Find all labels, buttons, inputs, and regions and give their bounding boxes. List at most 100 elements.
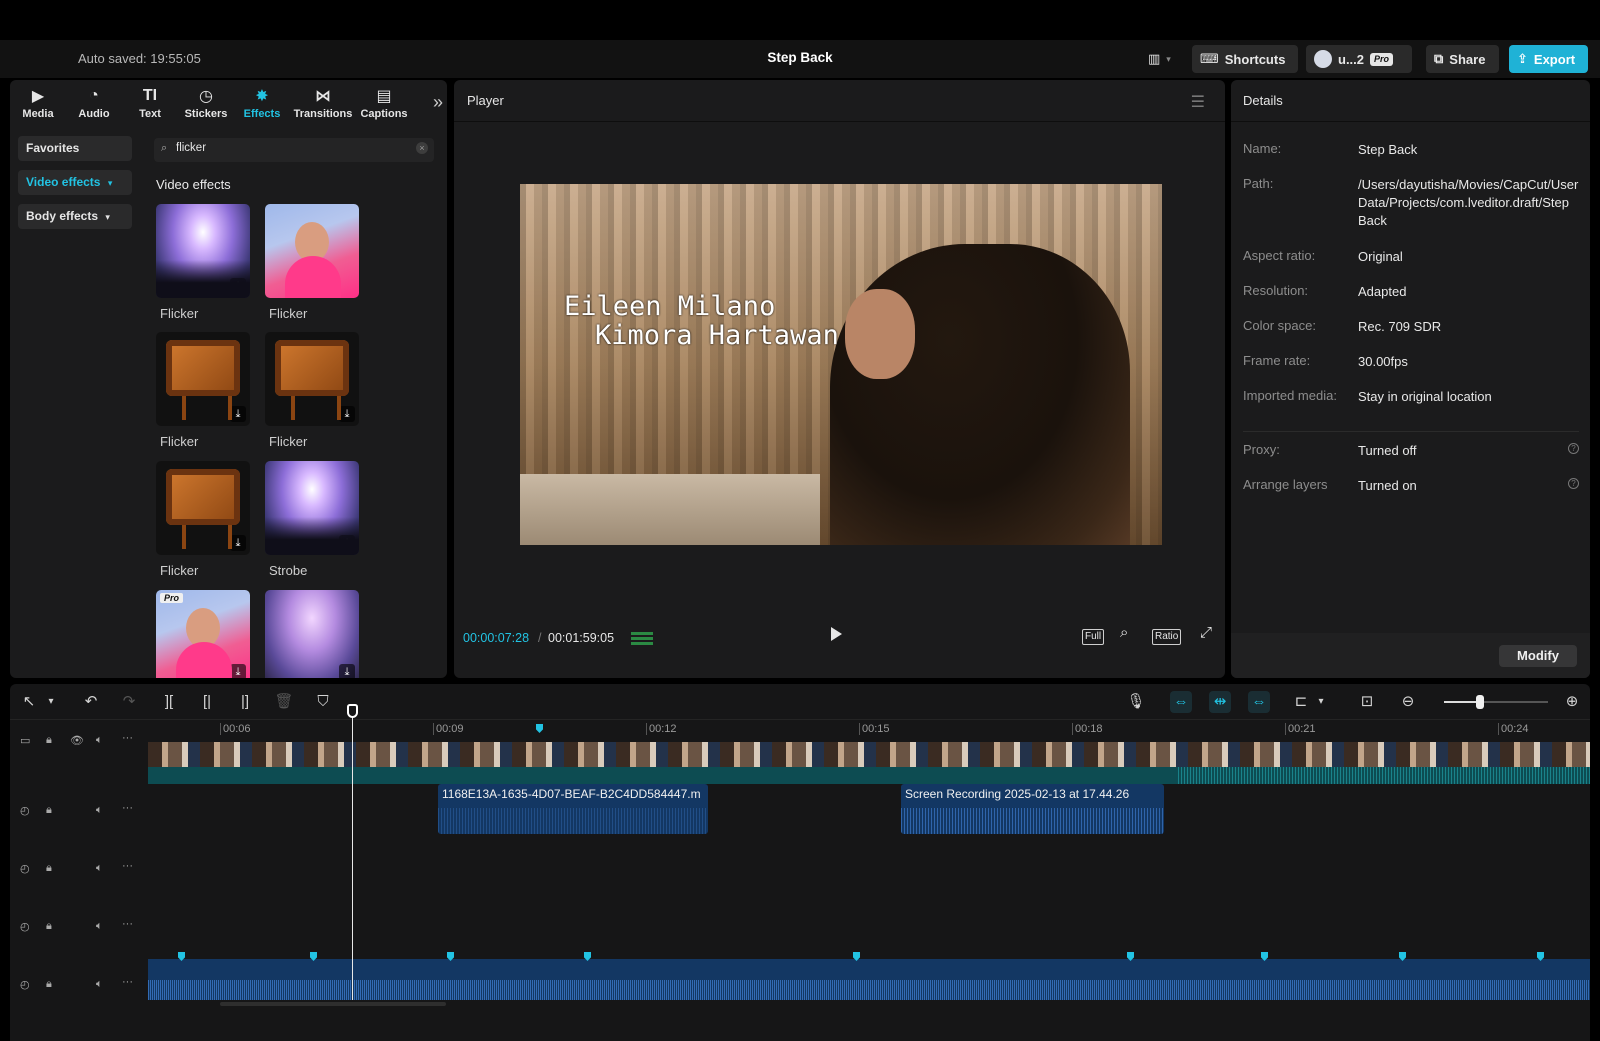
help-icon[interactable]: ? xyxy=(1568,478,1579,489)
more-icon[interactable]: ··· xyxy=(122,976,133,988)
select-tool-icon[interactable]: ↖ xyxy=(18,691,40,713)
track-header-audio-2: ◴ 🔒︎ 🔈︎ ··· xyxy=(10,860,148,882)
download-icon[interactable]: ⤓ xyxy=(339,406,355,422)
play-icon[interactable] xyxy=(831,627,842,641)
fit-timeline-icon[interactable]: ⊡ xyxy=(1356,691,1378,713)
redo-icon[interactable]: ↷ xyxy=(118,691,140,713)
playhead[interactable] xyxy=(352,704,353,1000)
split-left-icon[interactable]: [| xyxy=(196,691,218,713)
timeline-ruler[interactable]: 00:06 00:09 00:12 00:15 00:18 00:21 00:2… xyxy=(148,720,1590,740)
detail-label: Frame rate: xyxy=(1243,353,1311,368)
tab-media[interactable]: ▶ Media xyxy=(10,80,66,128)
ratio-button[interactable]: Ratio xyxy=(1152,629,1182,645)
menu-icon[interactable]: ☰ xyxy=(1191,92,1205,112)
playhead-handle[interactable] xyxy=(347,704,358,718)
magnet-icon[interactable]: ⇔ xyxy=(1248,691,1270,713)
download-icon[interactable]: ⤓ xyxy=(230,535,246,551)
detail-value: Turned off xyxy=(1358,443,1417,458)
delete-icon[interactable]: 🗑 xyxy=(273,691,295,713)
time-separator: / xyxy=(538,631,542,645)
category-label: Body effects xyxy=(26,209,99,223)
shortcuts-button[interactable]: ⌨ Shortcuts xyxy=(1192,45,1298,73)
effect-thumbnail: ⤓ xyxy=(265,332,359,426)
chevron-right-double-icon[interactable]: » xyxy=(433,92,443,113)
preview-axis-icon[interactable]: ⊏ xyxy=(1290,691,1312,713)
horizontal-scrollbar[interactable] xyxy=(220,1002,446,1006)
download-icon[interactable]: ⤓ xyxy=(230,664,246,678)
category-video-effects[interactable]: Video effects ▾ xyxy=(18,170,132,195)
category-favorites[interactable]: Favorites xyxy=(18,136,132,161)
lock-icon[interactable]: 🔒︎ xyxy=(46,978,52,991)
speaker-icon[interactable]: 🔈︎ xyxy=(96,734,103,747)
user-button[interactable]: u...2 Pro xyxy=(1306,45,1412,73)
split-icon[interactable]: ][ xyxy=(158,691,180,713)
effect-card[interactable]: ⤓ Strobe xyxy=(265,461,361,578)
zoom-fit-icon[interactable]: ⌕ xyxy=(1118,625,1130,642)
speaker-icon[interactable]: 🔈︎ xyxy=(96,978,103,991)
snap-icon[interactable]: ⇹ xyxy=(1209,691,1231,713)
zoom-in-icon[interactable]: ⊕ xyxy=(1561,691,1583,713)
speaker-icon[interactable]: 🔈︎ xyxy=(96,862,103,875)
eye-icon[interactable]: 👁︎ xyxy=(70,734,84,747)
main-video-track[interactable] xyxy=(148,742,1590,784)
undo-icon[interactable]: ↶ xyxy=(80,691,102,713)
zoom-out-icon[interactable]: ⊖ xyxy=(1397,691,1419,713)
effect-card[interactable]: Pro ⤓ xyxy=(156,590,252,678)
tab-transitions[interactable]: ⋈ Transitions xyxy=(290,80,356,128)
zoom-slider-handle[interactable] xyxy=(1476,695,1484,709)
shield-icon[interactable]: ⛉ xyxy=(312,691,334,713)
detail-value: 30.00fps xyxy=(1358,354,1408,369)
download-icon[interactable]: ⤓ xyxy=(339,664,355,678)
audio-clip[interactable]: 1168E13A-1635-4D07-BEAF-B2C4DD584447.m xyxy=(438,784,708,834)
speaker-icon[interactable]: 🔈︎ xyxy=(96,920,103,933)
shortcuts-label: Shortcuts xyxy=(1224,51,1286,67)
tab-effects[interactable]: ✸ Effects xyxy=(234,80,290,128)
layout-button[interactable]: ▥ ▾ xyxy=(1144,45,1175,73)
link-clips-icon[interactable]: ⇔ xyxy=(1170,691,1192,713)
detail-value: Stay in original location xyxy=(1358,389,1492,404)
effect-card[interactable]: ⤓ Flicker xyxy=(156,204,252,321)
more-icon[interactable]: ··· xyxy=(122,860,133,872)
split-right-icon[interactable]: |] xyxy=(234,691,256,713)
microphone-icon[interactable]: 🎙 xyxy=(1125,691,1147,713)
effect-card[interactable]: ⤓ Flicker xyxy=(156,332,252,449)
chevron-down-icon[interactable]: ▾ xyxy=(1310,691,1332,713)
modify-button[interactable]: Modify xyxy=(1499,645,1577,667)
lock-icon[interactable]: 🔒︎ xyxy=(46,734,52,747)
category-body-effects[interactable]: Body effects ▾ xyxy=(18,204,132,229)
speaker-icon[interactable]: 🔈︎ xyxy=(96,804,103,817)
effect-card[interactable]: ⤓ xyxy=(265,590,361,678)
more-icon[interactable]: ··· xyxy=(122,732,133,744)
full-quality-button[interactable]: Full xyxy=(1082,629,1105,645)
lock-icon[interactable]: 🔒︎ xyxy=(46,804,52,817)
lock-icon[interactable]: 🔒︎ xyxy=(46,862,52,875)
clear-icon[interactable]: × xyxy=(416,142,428,154)
more-icon[interactable]: ··· xyxy=(122,918,133,930)
cover-icon[interactable]: ▭ xyxy=(20,734,30,747)
tab-audio[interactable]: ◔ Audio xyxy=(66,80,122,128)
more-icon[interactable]: ··· xyxy=(122,802,133,814)
share-button[interactable]: ⧉ Share xyxy=(1426,45,1499,73)
audio-clip[interactable]: Screen Recording 2025-02-13 at 17.44.26 xyxy=(901,784,1164,834)
effect-card[interactable]: ⤓ Flicker xyxy=(265,332,361,449)
lock-icon[interactable]: 🔒︎ xyxy=(46,920,52,933)
chevron-down-icon[interactable]: ▾ xyxy=(40,691,62,713)
tab-stickers[interactable]: ◷ Stickers xyxy=(178,80,234,128)
download-icon[interactable]: ⤓ xyxy=(230,278,246,294)
music-track[interactable] xyxy=(148,959,1590,1000)
current-time: 00:00:07:28 xyxy=(463,631,530,645)
tab-captions[interactable]: ▤ Captions xyxy=(356,80,412,128)
detail-label: Proxy: xyxy=(1243,442,1280,457)
export-button[interactable]: ⇪ Export xyxy=(1509,45,1588,73)
fullscreen-icon[interactable]: ⤢ xyxy=(1198,625,1214,642)
search-input[interactable]: ⌕ flicker × xyxy=(154,138,434,162)
chevron-down-icon: ▾ xyxy=(1166,53,1171,64)
tab-text[interactable]: TI Text xyxy=(122,80,178,128)
video-preview[interactable]: Eileen Milano Kimora Hartawan xyxy=(520,184,1162,545)
help-icon[interactable]: ? xyxy=(1568,443,1579,454)
download-icon[interactable]: ⤓ xyxy=(339,535,355,551)
effect-card[interactable]: Flicker xyxy=(265,204,361,321)
effect-card[interactable]: ⤓ Flicker xyxy=(156,461,252,578)
zoom-slider[interactable] xyxy=(1444,695,1548,709)
download-icon[interactable]: ⤓ xyxy=(230,406,246,422)
